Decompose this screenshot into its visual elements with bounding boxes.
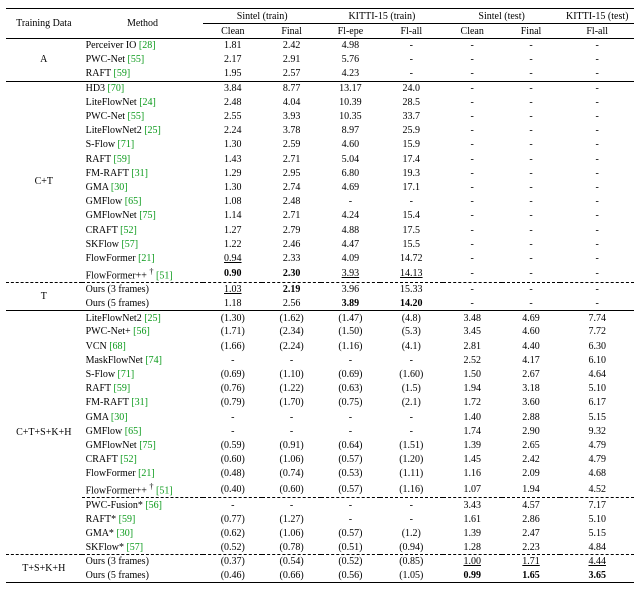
results-table: Training DataMethodSintel (train)KITTI-1… [6,8,634,583]
